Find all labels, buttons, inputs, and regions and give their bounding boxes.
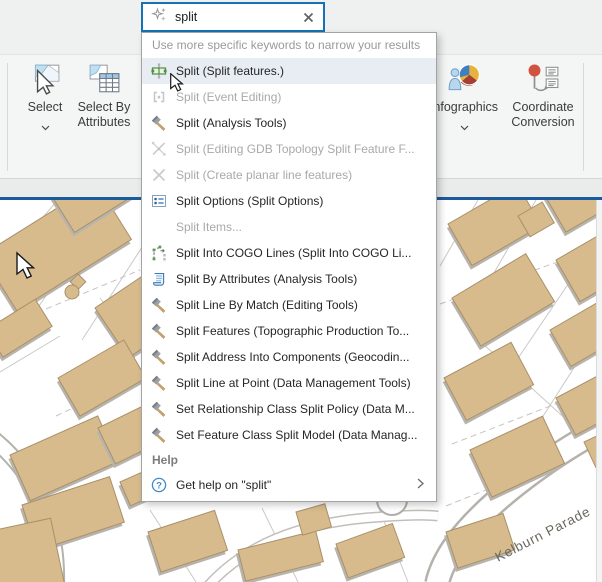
- hammer-icon: [151, 401, 167, 417]
- suggestion-item: Split Items...: [142, 214, 436, 240]
- suggestion-item: Split (Create planar line features): [142, 162, 436, 188]
- group-separator: [583, 63, 584, 171]
- infographics-button[interactable]: Infographics: [426, 61, 502, 136]
- suggestion-list: Split (Split features.) Split (Event Edit…: [142, 58, 436, 448]
- get-help-item[interactable]: Get help on "split": [142, 471, 436, 499]
- suggestion-label: Split (Analysis Tools): [176, 116, 286, 130]
- search-sparkle-icon: [151, 7, 167, 28]
- coordinate-conversion-icon: [525, 61, 561, 97]
- coordinate-conversion-button[interactable]: Coordinate Conversion: [508, 61, 578, 131]
- select-label: Select: [28, 100, 63, 115]
- hammer-icon: [151, 375, 167, 391]
- suggestion-label: Split Into COGO Lines (Split Into COGO L…: [176, 246, 411, 260]
- chevron-right-icon: [417, 476, 424, 494]
- map-right-scroll-strip[interactable]: [596, 200, 602, 582]
- suggestion-item[interactable]: Split Line at Point (Data Management Too…: [142, 370, 436, 396]
- command-search-box[interactable]: split: [141, 2, 325, 32]
- suggestion-item[interactable]: Set Relationship Class Split Policy (Dat…: [142, 396, 436, 422]
- suggestion-item[interactable]: Split Line By Match (Editing Tools): [142, 292, 436, 318]
- topology-x-icon: [151, 141, 167, 157]
- coordinate-conversion-label: Coordinate Conversion: [508, 100, 578, 131]
- none-icon: [151, 219, 167, 235]
- suggestion-label: Split Address Into Components (Geocodin.…: [176, 350, 409, 364]
- suggestion-item[interactable]: Split Options (Split Options): [142, 188, 436, 214]
- suggestion-item[interactable]: Split (Split features.): [142, 58, 436, 84]
- help-section-header: Help: [142, 448, 436, 471]
- suggestion-item[interactable]: Set Feature Class Split Model (Data Mana…: [142, 422, 436, 448]
- suggestion-item: Split (Editing GDB Topology Split Featur…: [142, 136, 436, 162]
- script-icon: [151, 271, 167, 287]
- suggestion-item[interactable]: Split (Analysis Tools): [142, 110, 436, 136]
- planar-x-icon: [151, 167, 167, 183]
- search-suggestions-dropdown: Use more specific keywords to narrow you…: [141, 32, 437, 502]
- suggestion-item[interactable]: Split Address Into Components (Geocodin.…: [142, 344, 436, 370]
- suggestion-label: Split Line at Point (Data Management Too…: [176, 376, 411, 390]
- infographics-label: Infographics: [430, 100, 498, 115]
- suggestion-label: Split Options (Split Options): [176, 194, 323, 208]
- suggestion-label: Set Feature Class Split Model (Data Mana…: [176, 428, 417, 442]
- suggestion-item[interactable]: Split Features (Topographic Production T…: [142, 318, 436, 344]
- pointer-cursor-icon: [170, 73, 184, 97]
- get-help-label: Get help on "split": [176, 478, 417, 492]
- suggestion-label: Split Features (Topographic Production T…: [176, 324, 409, 338]
- search-input[interactable]: split: [175, 10, 301, 24]
- suggestion-item[interactable]: Split Into COGO Lines (Split Into COGO L…: [142, 240, 436, 266]
- split-options-icon: [151, 193, 167, 209]
- suggestion-label: Split (Event Editing): [176, 90, 281, 104]
- chevron-down-icon: [460, 118, 469, 136]
- cogo-icon: [151, 245, 167, 261]
- suggestion-label: Set Relationship Class Split Policy (Dat…: [176, 402, 415, 416]
- hammer-icon: [151, 323, 167, 339]
- suggestion-label: Split (Editing GDB Topology Split Featur…: [176, 142, 415, 156]
- suggestions-hint: Use more specific keywords to narrow you…: [142, 33, 436, 58]
- group-separator: [7, 63, 8, 171]
- hammer-icon: [151, 115, 167, 131]
- select-by-attributes-label: Select By Attributes: [72, 100, 136, 131]
- chevron-down-icon: [41, 118, 50, 136]
- suggestion-label: Split By Attributes (Analysis Tools): [176, 272, 357, 286]
- hammer-icon: [151, 349, 167, 365]
- suggestion-label: Split (Split features.): [176, 64, 284, 78]
- select-button[interactable]: Select: [16, 61, 74, 136]
- split-features-icon: [151, 63, 167, 79]
- help-icon: [151, 477, 167, 493]
- select-by-attributes-icon: [86, 61, 122, 97]
- suggestion-item[interactable]: Split By Attributes (Analysis Tools): [142, 266, 436, 292]
- select-tool-icon: [27, 61, 63, 97]
- suggestion-label: Split Line By Match (Editing Tools): [176, 298, 358, 312]
- hammer-icon: [151, 427, 167, 443]
- clear-search-icon[interactable]: [301, 10, 315, 24]
- hammer-icon: [151, 297, 167, 313]
- suggestion-label: Split Items...: [176, 220, 242, 234]
- suggestion-label: Split (Create planar line features): [176, 168, 352, 182]
- suggestion-item: Split (Event Editing): [142, 84, 436, 110]
- select-by-attributes-button[interactable]: Select By Attributes: [72, 61, 136, 131]
- event-editing-icon: [151, 89, 167, 105]
- infographics-icon: [446, 61, 482, 97]
